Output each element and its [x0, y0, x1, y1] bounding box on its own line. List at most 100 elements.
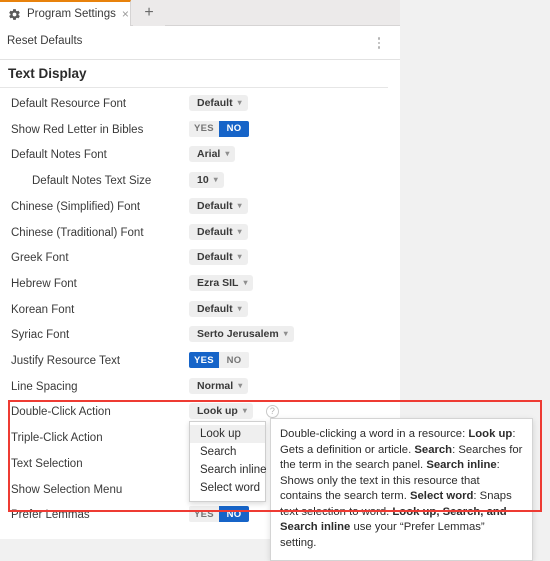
- setting-control-wrap: Ezra SIL ▾: [189, 274, 390, 291]
- setting-control-wrap: YES NO: [189, 352, 390, 368]
- reset-defaults-button[interactable]: Reset Defaults: [7, 35, 82, 47]
- setting-label: Prefer Lemmas: [11, 509, 90, 522]
- dropdown-value: 10: [197, 174, 209, 187]
- menu-item-search-inline[interactable]: Search inline: [190, 461, 266, 479]
- setting-label-wrap: Line Spacing: [0, 379, 189, 393]
- tooltip-emphasis: Look up: [468, 428, 513, 440]
- setting-label-wrap: Text Selection: [0, 456, 189, 470]
- chevron-down-icon: ▾: [237, 226, 242, 236]
- setting-control-wrap: Default ▾: [189, 95, 390, 111]
- setting-label-wrap: Chinese (Traditional) Font: [0, 225, 189, 239]
- menu-item-search[interactable]: Search: [190, 443, 265, 461]
- chevron-down-icon: ▾: [213, 175, 218, 185]
- setting-control-wrap: Serto Jerusalem ▾: [189, 326, 390, 343]
- dropdown-double-click-action[interactable]: Look up ▾: [189, 403, 253, 420]
- setting-label: Syriac Font: [11, 329, 70, 342]
- setting-row: Greek Font Default ▾: [0, 244, 390, 270]
- dropdown-chinese-simplified-font[interactable]: Default ▾: [189, 197, 248, 214]
- menu-item-select-word[interactable]: Select word: [190, 479, 265, 497]
- chevron-down-icon: ▾: [237, 303, 242, 313]
- setting-control-wrap: 10 ▾: [189, 172, 390, 189]
- setting-row: Justify Resource Text YES NO: [0, 347, 390, 373]
- kebab-dot: [377, 41, 381, 45]
- setting-control-wrap: Default ▾: [189, 249, 390, 266]
- setting-label-wrap: Prefer Lemmas: [0, 507, 189, 521]
- dropdown-default-notes-text-size[interactable]: 10 ▾: [189, 172, 224, 189]
- tab-label: Program Settings: [27, 8, 116, 20]
- setting-label: Greek Font: [11, 252, 69, 265]
- setting-label-wrap: Default Notes Text Size: [0, 173, 189, 187]
- dropdown-value: Default: [197, 225, 233, 238]
- dropdown-value: Default: [197, 251, 233, 264]
- close-icon[interactable]: ×: [122, 8, 129, 20]
- setting-control-wrap: Normal ▾: [189, 377, 390, 394]
- toggle-show-red-letter-in-bibles[interactable]: YES NO: [189, 120, 249, 137]
- setting-row: Hebrew Font Ezra SIL ▾: [0, 270, 390, 296]
- setting-label-wrap: Greek Font: [0, 250, 189, 264]
- dropdown-syriac-font[interactable]: Serto Jerusalem ▾: [189, 326, 294, 343]
- dropdown-greek-font[interactable]: Default ▾: [189, 249, 248, 266]
- setting-label: Show Red Letter in Bibles: [11, 123, 144, 136]
- chevron-down-icon: ▾: [237, 200, 242, 210]
- setting-label: Default Notes Text Size: [32, 175, 152, 188]
- chevron-down-icon: ▾: [283, 329, 288, 339]
- setting-control-wrap: YES NO: [189, 120, 390, 137]
- dropdown-hebrew-font[interactable]: Ezra SIL ▾: [189, 274, 254, 291]
- setting-label: Line Spacing: [11, 380, 78, 393]
- setting-label-wrap: Triple-Click Action: [0, 430, 189, 444]
- chevron-down-icon: ▾: [237, 98, 242, 107]
- toggle-option-no[interactable]: NO: [219, 506, 249, 523]
- menu-item-look-up[interactable]: Look up: [190, 425, 265, 443]
- setting-label: Justify Resource Text: [11, 355, 121, 367]
- setting-label-wrap: Hebrew Font: [0, 276, 189, 290]
- gear-icon: [9, 8, 20, 20]
- toggle-option-no[interactable]: NO: [219, 352, 249, 368]
- setting-row: Show Red Letter in Bibles YES NO: [0, 116, 390, 142]
- tab-program-settings[interactable]: Program Settings ×: [0, 0, 131, 26]
- setting-row: Chinese (Simplified) Font Default ▾: [0, 193, 390, 219]
- setting-label: Show Selection Menu: [11, 483, 123, 496]
- toggle-prefer-lemmas[interactable]: YES NO: [189, 506, 249, 523]
- setting-label: Chinese (Traditional) Font: [11, 226, 144, 239]
- dropdown-line-spacing[interactable]: Normal ▾: [189, 377, 249, 394]
- dropdown-value: Look up: [197, 405, 238, 418]
- help-icon[interactable]: ?: [265, 404, 279, 418]
- setting-control-wrap: Default ▾: [189, 197, 390, 214]
- dropdown-chinese-traditional-font[interactable]: Default ▾: [189, 223, 248, 240]
- toggle-justify-resource-text[interactable]: YES NO: [189, 352, 249, 368]
- chevron-down-icon: ▾: [242, 406, 247, 416]
- setting-label-wrap: Show Selection Menu: [0, 482, 189, 496]
- setting-row: Default Resource Font Default ▾: [0, 90, 390, 116]
- setting-row: Line Spacing Normal ▾: [0, 373, 390, 399]
- double-click-action-menu[interactable]: Look up Search Search inline Select word: [189, 421, 266, 502]
- dropdown-value: Ezra SIL: [197, 276, 239, 289]
- tooltip-text: Double-clicking a word in a resource:: [280, 428, 469, 440]
- kebab-menu-icon[interactable]: [372, 35, 386, 51]
- tab-strip: Program Settings × +: [0, 0, 400, 26]
- dropdown-value: Default: [197, 199, 233, 212]
- toggle-option-yes[interactable]: YES: [189, 506, 219, 523]
- tooltip-emphasis: Search inline: [426, 459, 497, 471]
- dropdown-korean-font[interactable]: Default ▾: [189, 300, 248, 317]
- new-tab-icon[interactable]: +: [133, 0, 165, 26]
- section-title: Text Display: [8, 66, 87, 81]
- setting-label: Double-Click Action: [11, 406, 111, 419]
- setting-row: Default Notes Text Size 10 ▾: [0, 167, 390, 193]
- dropdown-default-notes-font[interactable]: Arial ▾: [189, 146, 236, 163]
- dropdown-default-resource-font[interactable]: Default ▾: [189, 95, 248, 111]
- chevron-down-icon: ▾: [225, 149, 230, 159]
- setting-label: Default Notes Font: [11, 149, 107, 162]
- toggle-option-yes[interactable]: YES: [189, 352, 219, 368]
- setting-row: Syriac Font Serto Jerusalem ▾: [0, 321, 390, 347]
- section-header-text-display: Text Display: [0, 66, 390, 88]
- toggle-option-yes[interactable]: YES: [189, 120, 219, 137]
- setting-label-wrap: Double-Click Action: [0, 404, 189, 418]
- setting-row: Chinese (Traditional) Font Default ▾: [0, 219, 390, 245]
- dropdown-value: Arial: [197, 148, 221, 161]
- toggle-option-no[interactable]: NO: [219, 120, 249, 137]
- setting-label-wrap: Default Notes Font: [0, 147, 189, 161]
- setting-label-wrap: Default Resource Font: [0, 96, 189, 110]
- kebab-dot: [377, 37, 381, 40]
- setting-control-wrap: Arial ▾: [189, 146, 390, 163]
- setting-row: Default Notes Font Arial ▾: [0, 141, 390, 167]
